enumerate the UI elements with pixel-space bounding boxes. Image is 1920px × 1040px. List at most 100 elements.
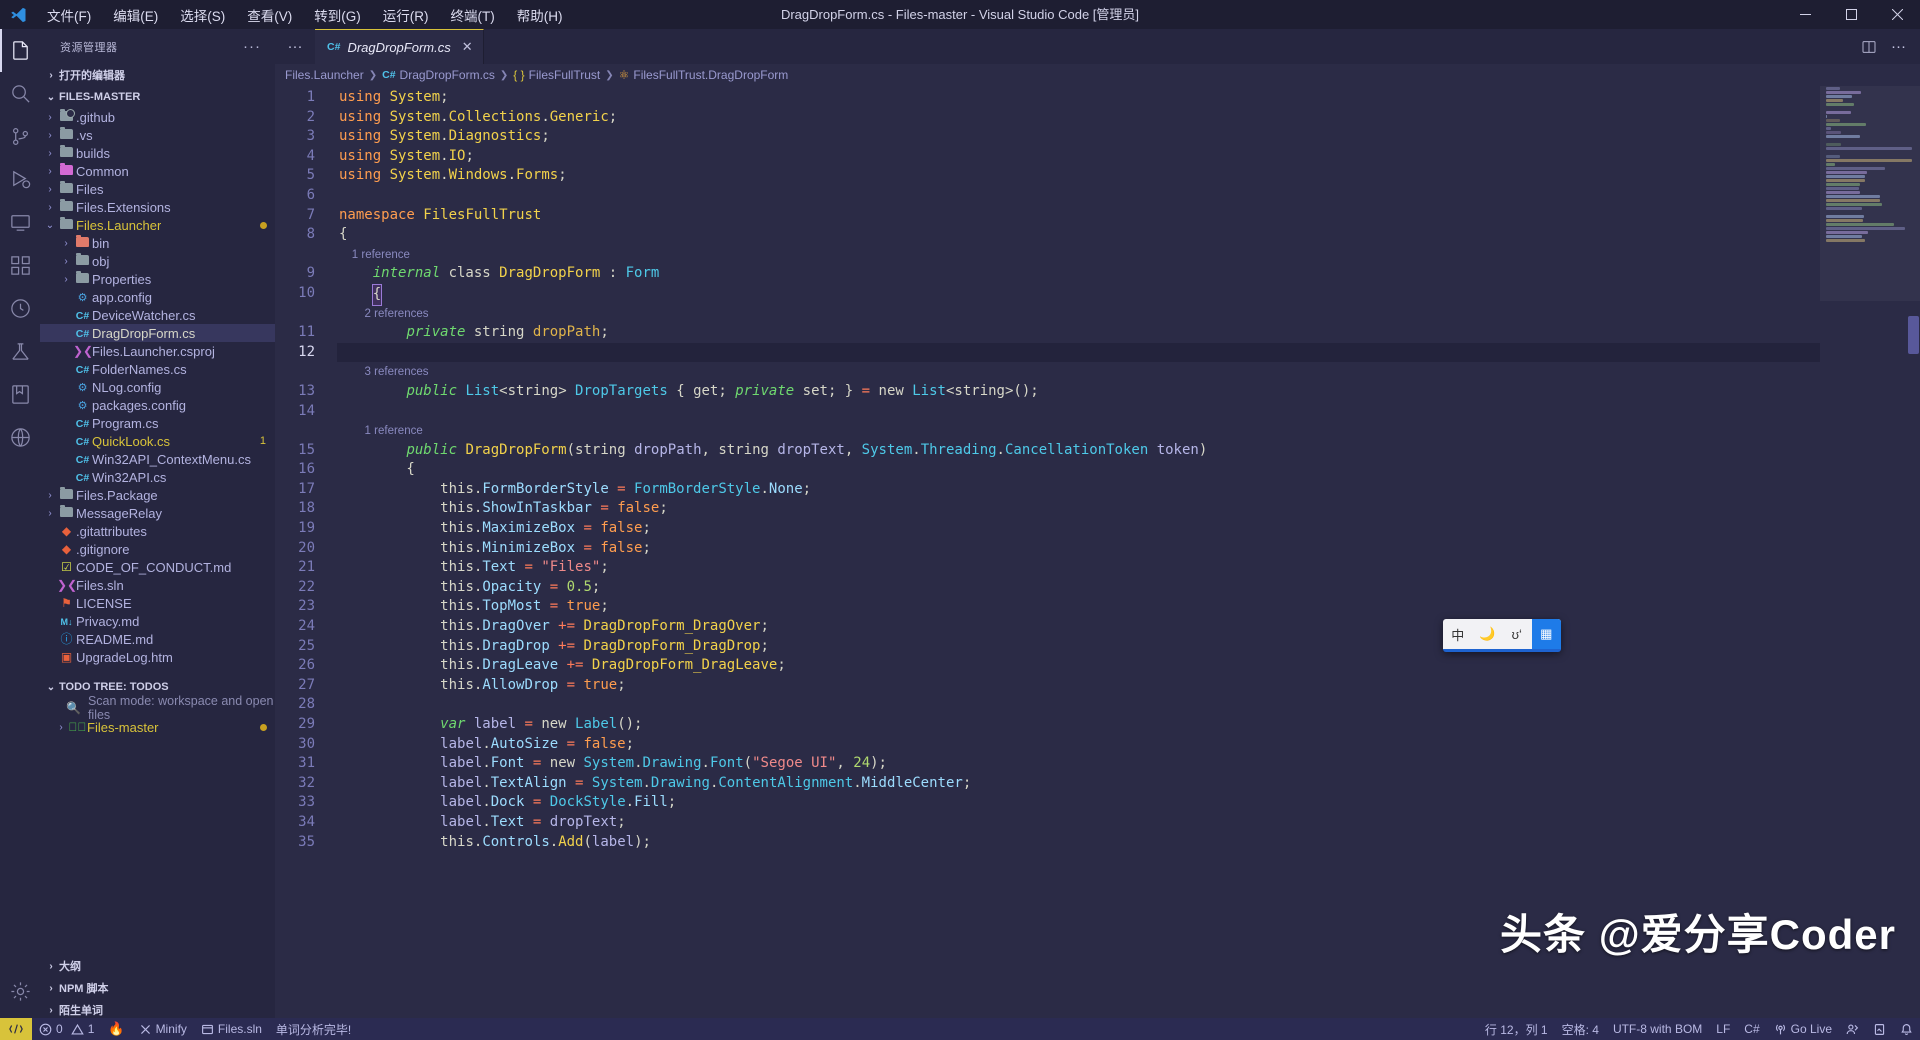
tree-item[interactable]: ›obj <box>40 252 275 270</box>
tree-item[interactable]: C#Win32API_ContextMenu.cs <box>40 450 275 468</box>
editor-more-actions-icon[interactable]: ··· <box>1891 38 1906 55</box>
chevron-right-icon[interactable]: › <box>43 148 57 159</box>
tabs-more-actions-icon[interactable]: ··· <box>275 29 315 64</box>
status-encoding[interactable]: UTF-8 with BOM <box>1606 1018 1709 1040</box>
codelens-reference[interactable]: 1 reference <box>337 245 1820 265</box>
tree-item[interactable]: C#FolderNames.cs <box>40 360 275 378</box>
tree-item[interactable]: ›Files.Extensions <box>40 198 275 216</box>
status-solution[interactable]: Files.sln <box>194 1018 269 1040</box>
tree-item[interactable]: ❯❮Files.sln <box>40 576 275 594</box>
activitybar-run-debug[interactable] <box>0 158 40 201</box>
status-flame[interactable]: 🔥 <box>101 1018 131 1040</box>
tree-item[interactable]: C#Win32API.cs <box>40 468 275 486</box>
chevron-right-icon[interactable]: › <box>59 274 73 285</box>
breadcrumb-item-class[interactable]: ⚛ FilesFullTrust.DragDropForm <box>619 68 789 82</box>
status-indentation[interactable]: 空格: 4 <box>1555 1018 1606 1040</box>
tree-item[interactable]: ⚙app.config <box>40 288 275 306</box>
chevron-right-icon[interactable]: › <box>43 112 57 123</box>
activitybar-remote-explorer[interactable] <box>0 201 40 244</box>
chevron-right-icon[interactable]: › <box>59 256 73 267</box>
tree-item[interactable]: ›Common <box>40 162 275 180</box>
tree-item[interactable]: ›Files <box>40 180 275 198</box>
section-open-editors[interactable]: › 打开的编辑器 <box>40 64 275 86</box>
breadcrumb-item-file[interactable]: C# DragDropForm.cs <box>382 68 495 82</box>
menu-edit[interactable]: 编辑(E) <box>102 1 169 29</box>
code-content[interactable]: using System;using System.Collections.Ge… <box>337 86 1820 1021</box>
chevron-right-icon[interactable]: › <box>43 130 57 141</box>
tree-item[interactable]: ⌄Files.Launcher <box>40 216 275 234</box>
codelens-reference[interactable]: 1 reference <box>337 421 1820 441</box>
status-notifications[interactable] <box>1893 1018 1920 1040</box>
split-editor-icon[interactable] <box>1861 39 1877 55</box>
tree-item[interactable]: C#DragDropForm.cs <box>40 324 275 342</box>
breadcrumb-item-namespace[interactable]: { } FilesFullTrust <box>513 68 600 82</box>
activitybar-search[interactable] <box>0 72 40 115</box>
tree-item[interactable]: ☑CODE_OF_CONDUCT.md <box>40 558 275 576</box>
ime-mode-chinese[interactable]: 中 <box>1443 619 1473 649</box>
sidebar-more-actions-icon[interactable]: ··· <box>243 38 267 55</box>
maximize-button[interactable] <box>1828 0 1874 29</box>
outline-section[interactable]: › 大纲 <box>40 955 275 977</box>
chevron-right-icon[interactable]: › <box>43 202 57 213</box>
tree-item[interactable]: ›builds <box>40 144 275 162</box>
moon-icon[interactable]: 🌙 <box>1473 619 1503 649</box>
chevron-right-icon[interactable]: › <box>43 490 57 501</box>
tree-item[interactable]: ⓘREADME.md <box>40 630 275 648</box>
tree-item[interactable]: ›.github <box>40 108 275 126</box>
menu-selection[interactable]: 选择(S) <box>169 1 236 29</box>
scrollbar-thumb[interactable] <box>1908 316 1919 354</box>
activitybar-source-control[interactable] <box>0 115 40 158</box>
grid-icon[interactable]: ▦ <box>1532 619 1562 649</box>
status-language-mode[interactable]: C# <box>1737 1018 1766 1040</box>
menu-help[interactable]: 帮助(H) <box>506 1 574 29</box>
chevron-right-icon[interactable]: › <box>43 166 57 177</box>
status-cursor-position[interactable]: 行 12，列 1 <box>1478 1018 1555 1040</box>
minimap[interactable] <box>1820 86 1920 1021</box>
remote-indicator[interactable] <box>0 1018 32 1040</box>
tree-item[interactable]: ›Files.Package <box>40 486 275 504</box>
tree-item[interactable]: ⚙packages.config <box>40 396 275 414</box>
ime-language-bar[interactable]: 中 🌙 ʊʻ ▦ <box>1443 619 1561 652</box>
activitybar-settings-sync[interactable] <box>0 416 40 459</box>
chevron-down-icon[interactable]: ⌄ <box>43 220 57 231</box>
minimize-button[interactable] <box>1782 0 1828 29</box>
menu-run[interactable]: 运行(R) <box>372 1 440 29</box>
todo-root-files-master[interactable]: › ✓⃝ Files-master <box>40 718 275 736</box>
tree-item[interactable]: ▣UpgradeLog.htm <box>40 648 275 666</box>
menu-terminal[interactable]: 终端(T) <box>440 1 506 29</box>
menu-go[interactable]: 转到(G) <box>303 1 372 29</box>
tree-item[interactable]: C#QuickLook.cs1 <box>40 432 275 450</box>
tree-item[interactable]: M↓Privacy.md <box>40 612 275 630</box>
tree-item[interactable]: C#DeviceWatcher.cs <box>40 306 275 324</box>
activitybar-test[interactable] <box>0 330 40 373</box>
tree-item[interactable]: ⚙NLog.config <box>40 378 275 396</box>
status-problems[interactable]: 0 1 <box>32 1018 101 1040</box>
activitybar-explorer[interactable] <box>0 29 40 72</box>
status-share[interactable] <box>1839 1018 1866 1040</box>
tree-item[interactable]: C#Program.cs <box>40 414 275 432</box>
tree-item[interactable]: ›Properties <box>40 270 275 288</box>
tree-item[interactable]: ◆.gitignore <box>40 540 275 558</box>
chevron-right-icon[interactable]: › <box>59 238 73 249</box>
menu-file[interactable]: 文件(F) <box>36 1 102 29</box>
code-editor[interactable]: 1234567891011121314151617181920212223242… <box>275 86 1920 1021</box>
activitybar-todo-tree[interactable] <box>0 287 40 330</box>
activitybar-manage[interactable] <box>0 970 40 1013</box>
editor-vertical-scrollbar[interactable] <box>1906 86 1920 1021</box>
codelens-reference[interactable]: 2 references <box>337 304 1820 324</box>
menu-view[interactable]: 查看(V) <box>236 1 303 29</box>
code-scroll-area[interactable]: 1234567891011121314151617181920212223242… <box>275 86 1820 1021</box>
tree-item[interactable]: ›bin <box>40 234 275 252</box>
chevron-right-icon[interactable]: › <box>43 184 57 195</box>
tree-item[interactable]: ›MessageRelay <box>40 504 275 522</box>
tree-item[interactable]: ◆.gitattributes <box>40 522 275 540</box>
tab-close-icon[interactable]: ✕ <box>462 39 473 55</box>
activitybar-bookmarks[interactable] <box>0 373 40 416</box>
close-button[interactable] <box>1874 0 1920 29</box>
tree-item[interactable]: ❯❮Files.Launcher.csproj <box>40 342 275 360</box>
tree-item[interactable]: ›.vs <box>40 126 275 144</box>
breadcrumb-item-folder[interactable]: Files.Launcher <box>285 68 364 82</box>
status-minify[interactable]: Minify <box>132 1018 194 1040</box>
codelens-reference[interactable]: 3 references <box>337 362 1820 382</box>
chevron-right-icon[interactable]: › <box>43 508 57 519</box>
